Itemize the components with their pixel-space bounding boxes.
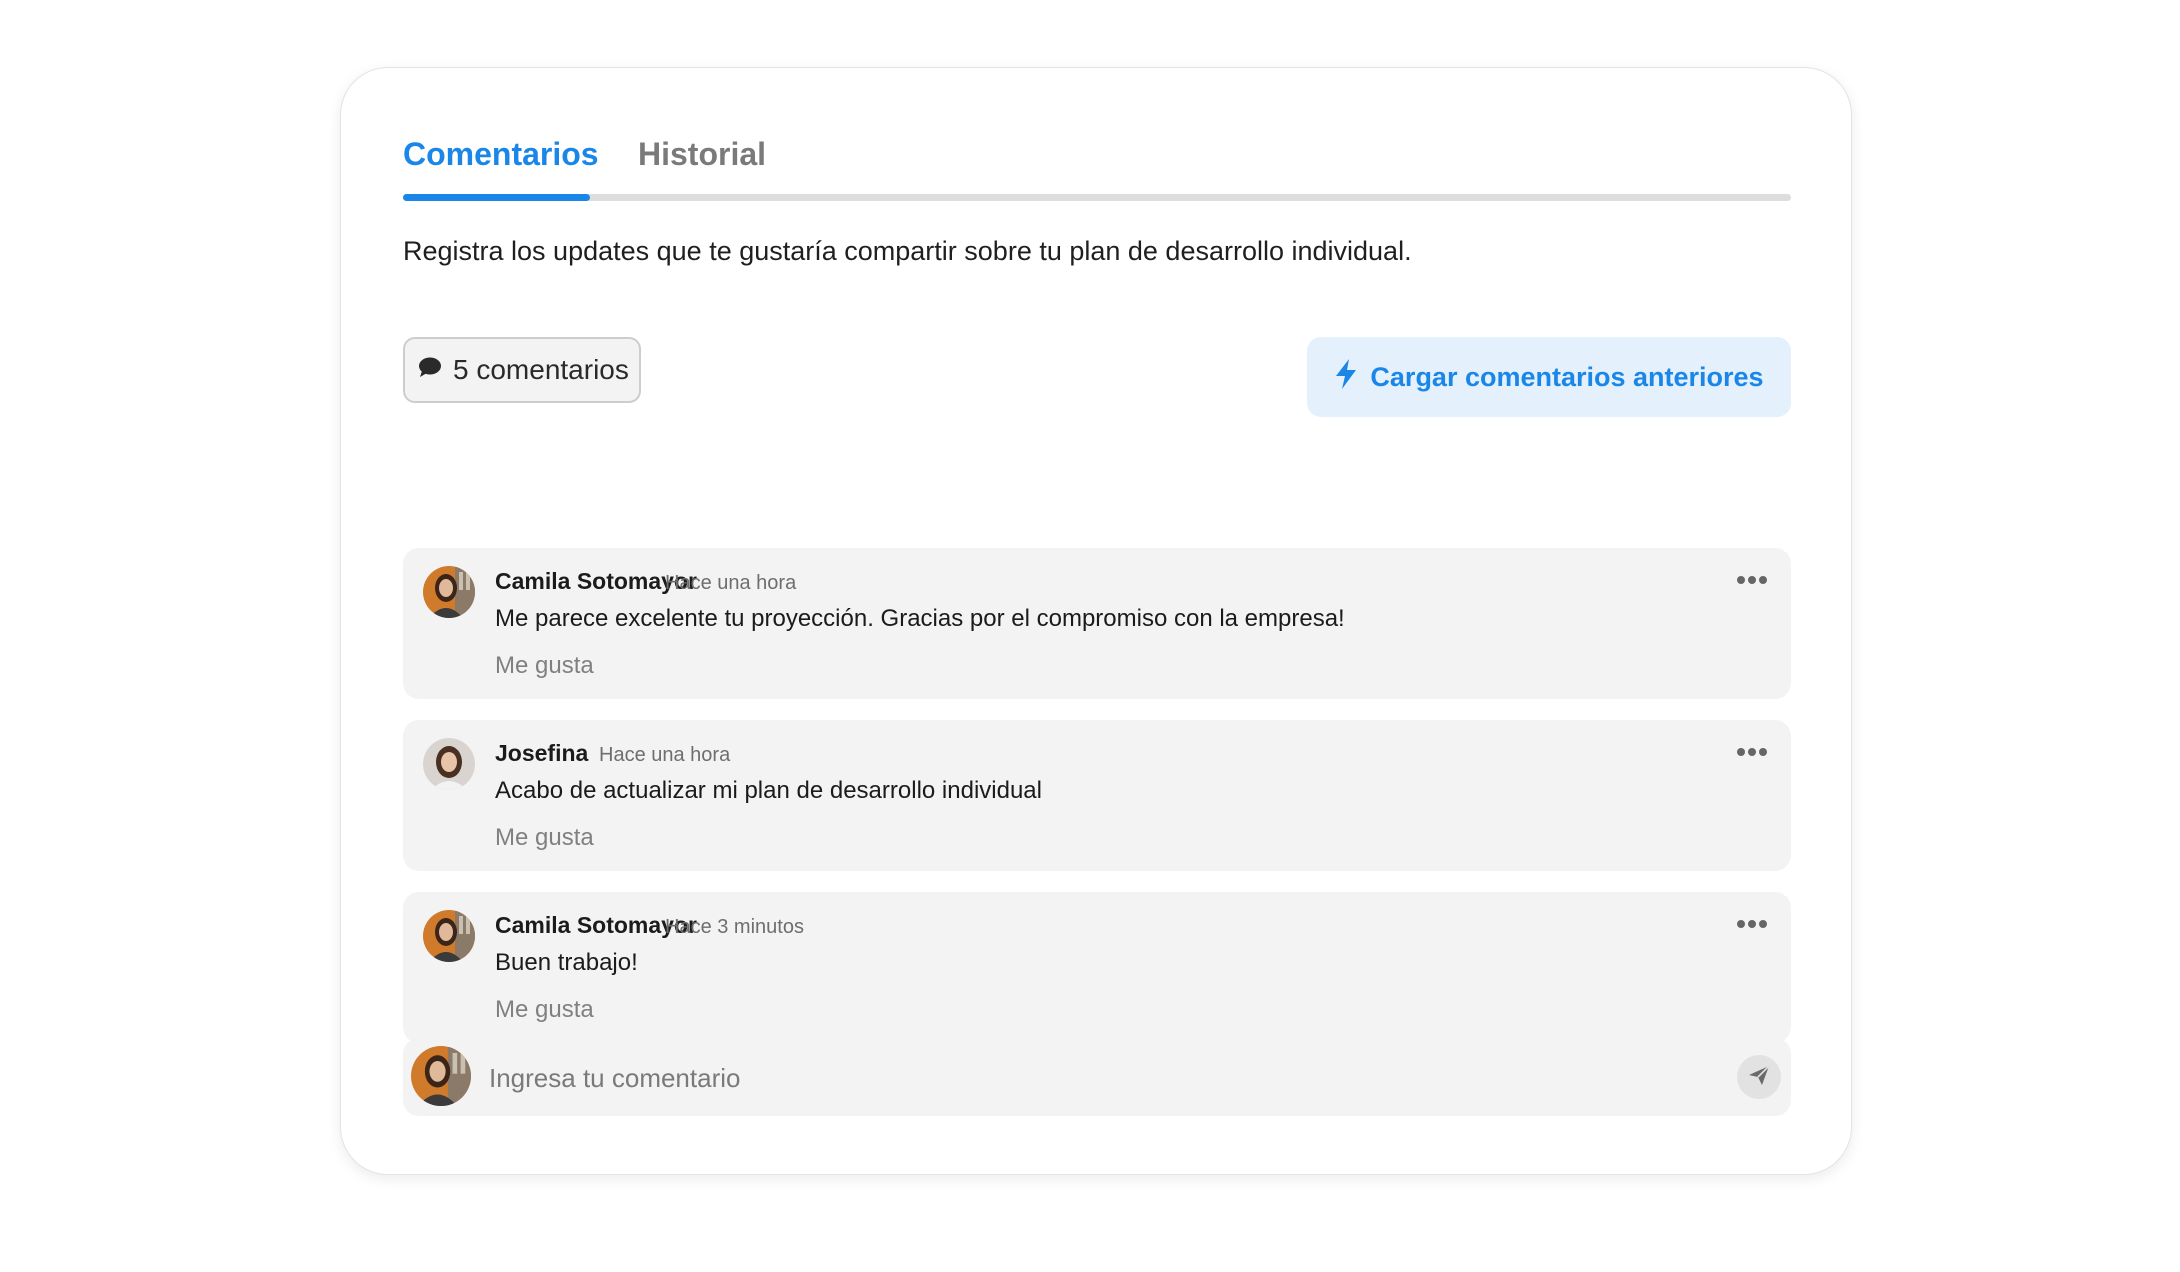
avatar <box>411 1046 471 1106</box>
tab-bar: Comentarios Historial <box>403 136 1791 196</box>
comment-text: Me parece excelente tu proyección. Graci… <box>495 605 1345 632</box>
comment-author: Josefina <box>495 740 589 766</box>
lightning-bolt-icon <box>1334 358 1358 397</box>
comments-card: Comentarios Historial Registra los updat… <box>340 67 1852 1175</box>
avatar <box>423 566 475 618</box>
avatar <box>423 738 475 790</box>
like-button[interactable]: Me gusta <box>495 996 594 1024</box>
description-text: Registra los updates que te gustaría com… <box>403 236 1412 266</box>
comment-count-chip: 5 comentarios <box>403 337 641 403</box>
tab-track <box>403 194 1791 201</box>
like-button[interactable]: Me gusta <box>495 824 594 852</box>
comment-timestamp: Hace una hora <box>665 572 797 594</box>
tab-historial[interactable]: Historial <box>638 136 766 173</box>
comment-text: Acabo de actualizar mi plan de desarroll… <box>495 777 1042 804</box>
more-horizontal-icon[interactable] <box>1735 570 1769 590</box>
like-button[interactable]: Me gusta <box>495 652 594 680</box>
send-button[interactable] <box>1737 1055 1781 1099</box>
comment-compose-bar <box>403 1038 1791 1116</box>
comment-input[interactable] <box>487 1048 1691 1108</box>
comment-item: Camila Sotomayor Hace una hora Me parece… <box>403 548 1791 699</box>
more-horizontal-icon[interactable] <box>1735 742 1769 762</box>
load-previous-comments-button[interactable]: Cargar comentarios anteriores <box>1307 337 1791 417</box>
comment-item: Josefina Hace una hora Acabo de actualiz… <box>403 720 1791 871</box>
load-previous-comments-label: Cargar comentarios anteriores <box>1370 361 1764 392</box>
speech-bubble-icon <box>417 354 443 386</box>
more-horizontal-icon[interactable] <box>1735 914 1769 934</box>
comment-timestamp: Hace una hora <box>599 744 731 766</box>
avatar <box>423 910 475 962</box>
comment-timestamp: Hace 3 minutos <box>665 916 804 938</box>
paper-plane-icon <box>1747 1063 1771 1092</box>
tab-comentarios[interactable]: Comentarios <box>403 136 599 173</box>
comment-text: Buen trabajo! <box>495 949 638 976</box>
tab-active-indicator <box>403 194 590 201</box>
comment-count-label: 5 comentarios <box>453 354 629 385</box>
comment-item: Camila Sotomayor Hace 3 minutos Buen tra… <box>403 892 1791 1043</box>
